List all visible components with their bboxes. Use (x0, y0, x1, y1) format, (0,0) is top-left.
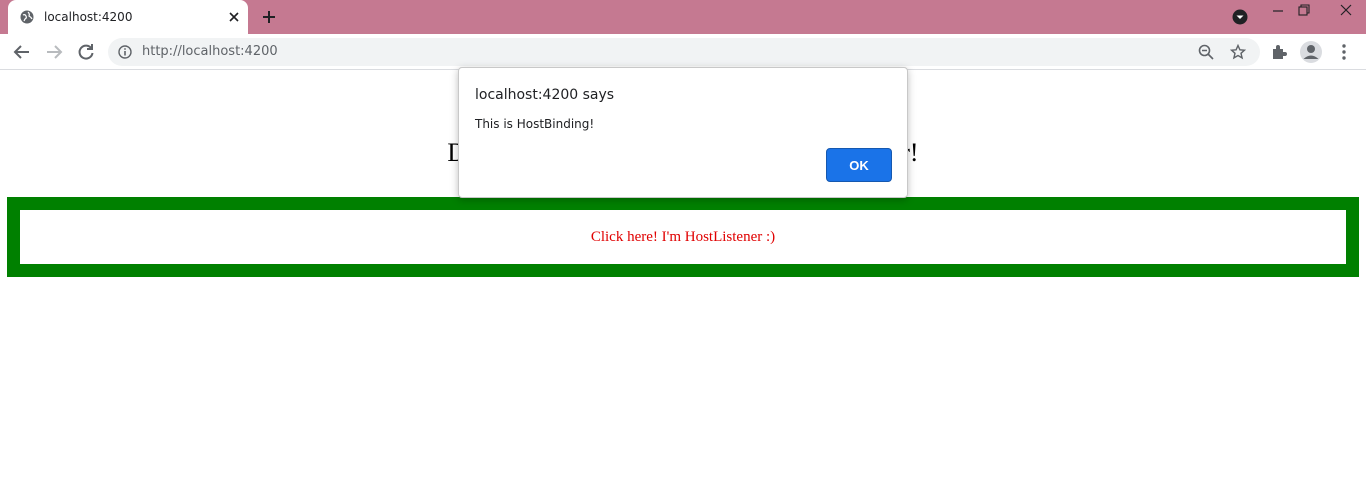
maximize-icon[interactable] (1290, 0, 1318, 22)
globe-icon (20, 10, 34, 24)
browser-tab[interactable]: localhost:4200 (8, 0, 248, 34)
dialog-title: localhost:4200 says (475, 87, 615, 103)
tab-title: localhost:4200 (44, 10, 133, 24)
browser-toolbar: http://localhost:4200 (0, 34, 1366, 70)
alert-dialog: localhost:4200 says This is HostBinding!… (458, 67, 908, 198)
host-listener-inner[interactable]: Click here! I'm HostListener :) (20, 210, 1346, 264)
window-close-icon[interactable] (1326, 0, 1366, 22)
reload-icon[interactable] (76, 42, 96, 62)
forward-arrow-icon[interactable] (44, 42, 64, 62)
chevron-down-icon[interactable] (1232, 9, 1248, 25)
minimize-icon[interactable] (1264, 0, 1292, 22)
dialog-message: This is HostBinding! (475, 117, 595, 131)
star-icon[interactable] (1230, 44, 1246, 60)
ok-button[interactable]: OK (826, 148, 892, 182)
plus-icon[interactable] (260, 8, 278, 26)
person-icon (1303, 45, 1319, 59)
puzzle-icon[interactable] (1270, 43, 1288, 61)
close-icon[interactable] (226, 9, 242, 25)
title-bar: localhost:4200 (0, 0, 1366, 34)
host-listener-text[interactable]: Click here! I'm HostListener :) (591, 229, 775, 246)
profile-icon[interactable] (1300, 41, 1322, 63)
kebab-menu-icon[interactable] (1336, 42, 1352, 62)
zoom-out-icon[interactable] (1198, 44, 1214, 60)
back-arrow-icon[interactable] (12, 42, 32, 62)
host-listener-box[interactable]: Click here! I'm HostListener :) (7, 197, 1359, 277)
address-bar[interactable]: http://localhost:4200 (108, 38, 1260, 66)
info-icon[interactable] (118, 45, 132, 59)
url-text[interactable]: http://localhost:4200 (142, 44, 278, 59)
